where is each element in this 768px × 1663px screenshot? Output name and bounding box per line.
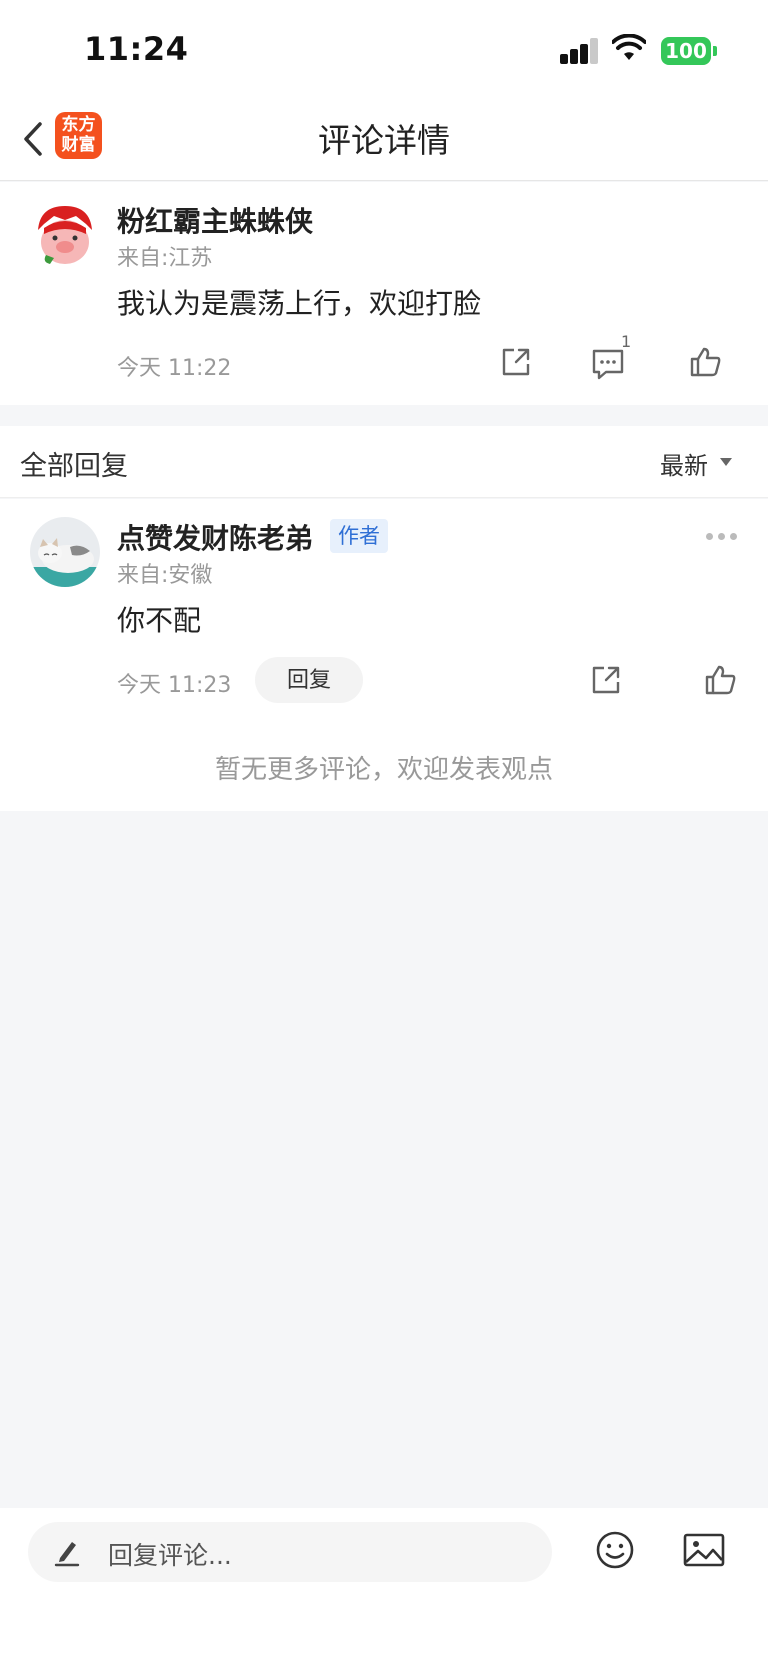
reply-text: 你不配 [117,604,202,637]
share-icon[interactable] [500,346,532,378]
dropdown-arrow-icon[interactable] [720,458,732,466]
image-icon[interactable] [683,1532,725,1568]
pencil-icon [54,1542,80,1567]
wifi-icon [612,34,646,60]
reply-item: 点赞发财陈老弟 作者 来自:安徽 你不配 今天 11:23 回复 暂无更多评论，… [0,499,768,811]
comment-time: 今天 11:22 [117,356,232,381]
replies-header: 全部回复 最新 [0,426,768,498]
avatar-pig-icon [30,200,100,270]
comment-icon[interactable] [591,348,625,380]
reply-username[interactable]: 点赞发财陈老弟 [117,517,313,557]
reply-location: 来自:安徽 [117,563,213,588]
battery-tip [713,46,717,56]
comment-text: 我认为是震荡上行，欢迎打脸 [117,287,482,320]
share-icon[interactable] [590,664,622,696]
cellular-signal-icon [560,38,600,64]
status-bar: 11:24 100 [0,0,768,100]
page-title: 评论详情 [318,121,450,160]
battery-icon: 100 [661,37,711,65]
bottom-bar: 回复评论... [0,1508,768,1663]
main-comment: 粉红霸主蛛蛛侠 来自:江苏 我认为是震荡上行，欢迎打脸 今天 11:22 1 [0,182,768,405]
avatar-cat-icon [30,517,100,587]
reply-input[interactable]: 回复评论... [28,1522,552,1582]
avatar[interactable] [30,200,100,270]
replies-section-title: 全部回复 [20,451,128,482]
status-time: 11:24 [84,30,189,68]
emoji-icon[interactable] [595,1530,635,1570]
nav-bar: 东方 财富 评论详情 [0,100,768,181]
sort-dropdown[interactable]: 最新 [660,446,708,481]
like-icon[interactable] [704,664,738,696]
comment-username[interactable]: 粉红霸主蛛蛛侠 [117,200,313,240]
like-icon[interactable] [689,346,723,378]
more-options-icon[interactable] [706,533,738,541]
reply-input-placeholder: 回复评论... [108,1541,232,1570]
author-badge: 作者 [330,519,388,553]
reply-count-badge: 1 [621,332,632,351]
avatar[interactable] [30,517,100,587]
no-more-comments-note: 暂无更多评论，欢迎发表观点 [214,755,553,785]
reply-button[interactable]: 回复 [255,657,363,703]
comment-location: 来自:江苏 [117,246,213,271]
reply-time: 今天 11:23 [117,673,232,698]
